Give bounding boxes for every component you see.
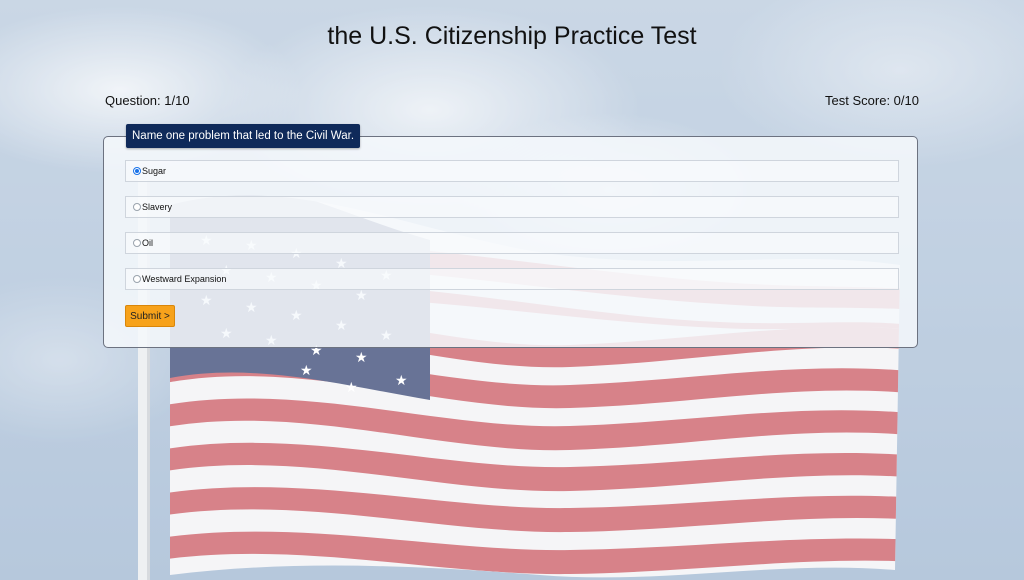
answer-option-label: Oil xyxy=(142,238,153,248)
radio-button[interactable] xyxy=(133,239,141,247)
answer-option-sugar[interactable]: Sugar xyxy=(125,160,899,182)
question-counter: Question: 1/10 xyxy=(105,93,190,108)
answer-options: Sugar Slavery Oil Westward Expansion xyxy=(125,160,899,304)
answer-option-label: Westward Expansion xyxy=(142,274,227,284)
page-title: the U.S. Citizenship Practice Test xyxy=(327,22,697,50)
answer-option-westward-expansion[interactable]: Westward Expansion xyxy=(125,268,899,290)
answer-option-oil[interactable]: Oil xyxy=(125,232,899,254)
radio-button[interactable] xyxy=(133,275,141,283)
answer-option-label: Sugar xyxy=(142,166,167,176)
answer-option-slavery[interactable]: Slavery xyxy=(125,196,899,218)
question-text: Name one problem that led to the Civil W… xyxy=(126,124,361,148)
radio-button[interactable] xyxy=(133,167,141,175)
submit-button[interactable]: Submit > xyxy=(125,305,175,327)
radio-button[interactable] xyxy=(133,203,141,211)
test-score: Test Score: 0/10 xyxy=(825,93,919,108)
answer-option-label: Slavery xyxy=(142,202,173,212)
